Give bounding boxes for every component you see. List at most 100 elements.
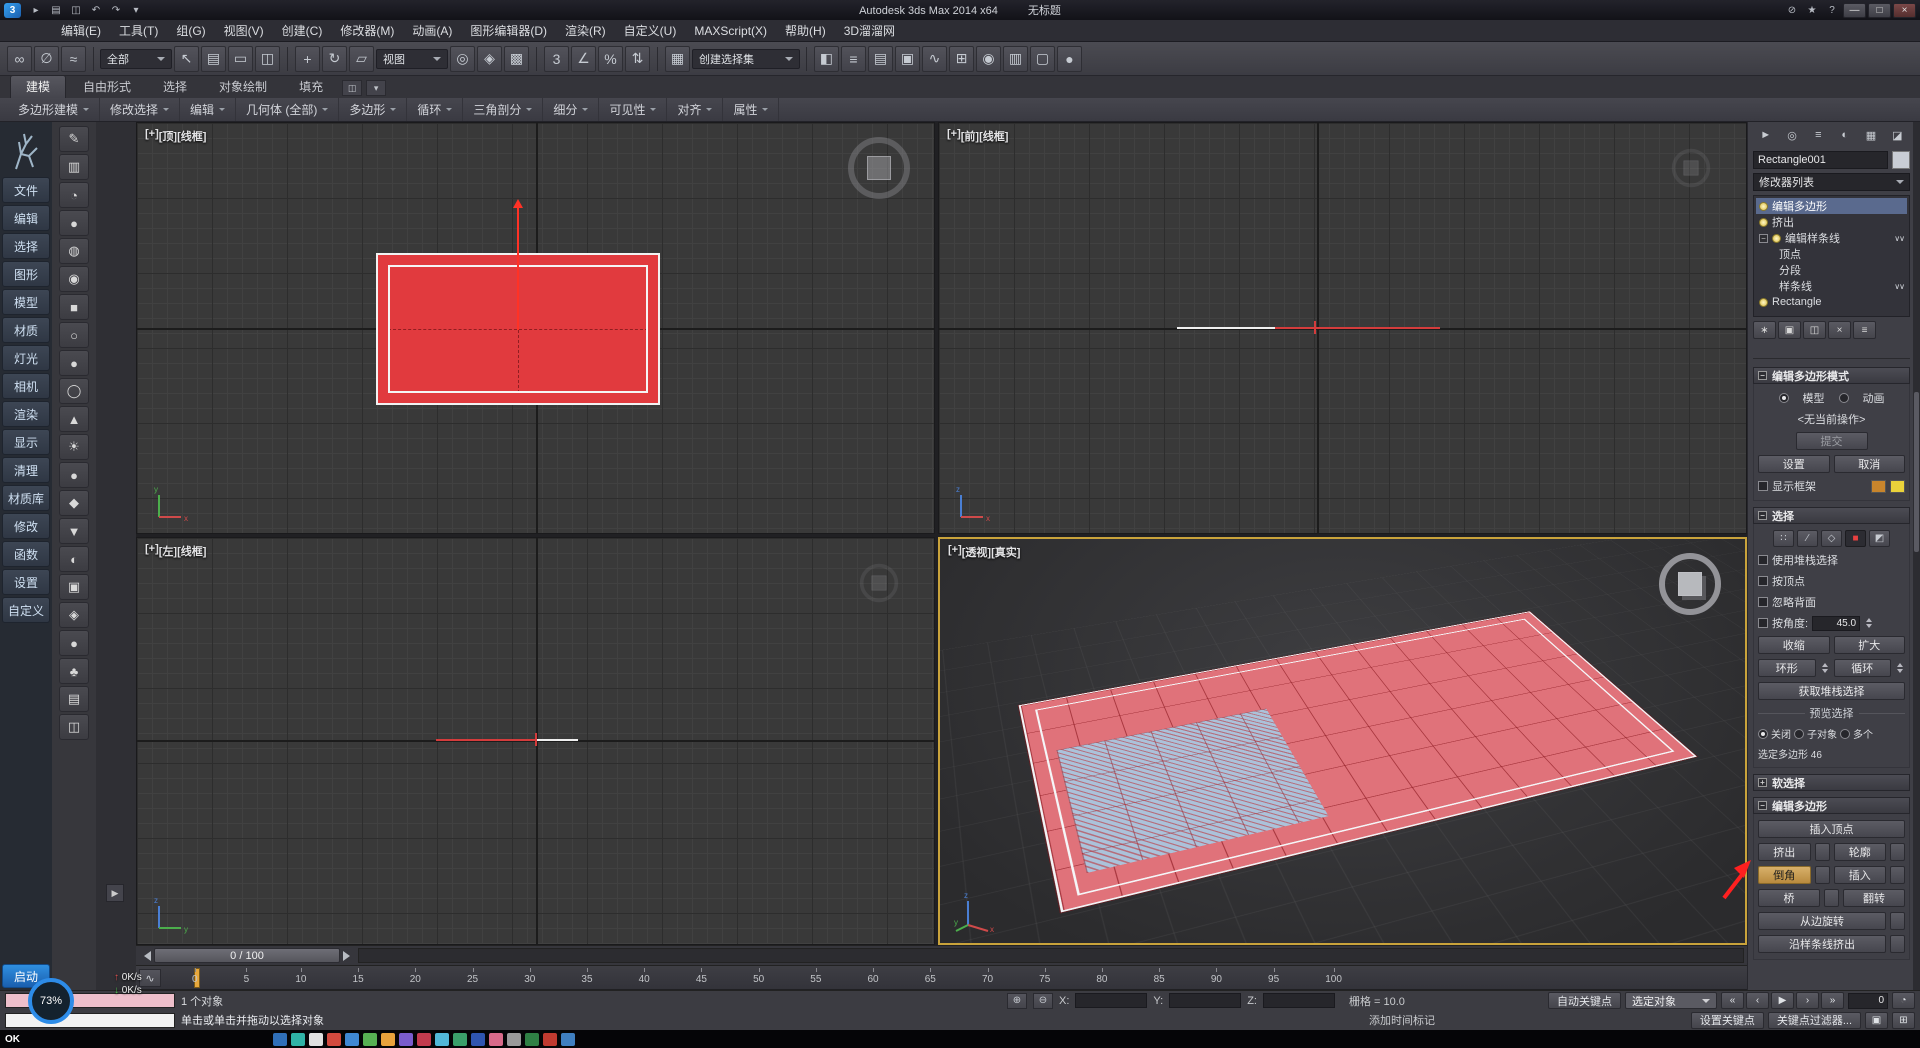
playback-button[interactable]: ‹ (1746, 992, 1769, 1009)
menu-item[interactable]: 修改器(M) (331, 20, 403, 41)
x-coordinate-field[interactable] (1075, 993, 1147, 1008)
select-tool-icon[interactable]: ▤ (201, 46, 226, 72)
flyout-arrow-button[interactable]: ▶ (106, 884, 124, 902)
select-tool-icon[interactable]: ↖ (174, 46, 199, 72)
plugin-nav-item[interactable]: 显示 (2, 429, 50, 455)
menu-item[interactable]: 图形编辑器(D) (461, 20, 556, 41)
viewport-view-button[interactable]: [前] (961, 128, 979, 144)
by-angle-checkbox[interactable] (1758, 618, 1768, 628)
viewport-menu-button[interactable]: [+] (948, 544, 962, 560)
commit-button[interactable]: 提交 (1796, 432, 1868, 450)
angle-spinner[interactable] (1864, 615, 1874, 631)
by-vertex-checkbox[interactable] (1758, 576, 1768, 586)
ribbon-panel-button[interactable]: 可见性 (599, 98, 667, 121)
snap-toggle-icon[interactable]: ∠ (571, 46, 596, 72)
toolbar-tool-icon[interactable]: ⊞ (949, 46, 974, 72)
use-stack-selection-checkbox[interactable] (1758, 555, 1768, 565)
plugin-tool-icon[interactable]: ◫ (59, 714, 89, 740)
modifier-bulb-icon[interactable] (1772, 234, 1781, 243)
minimize-button[interactable]: — (1843, 3, 1866, 18)
stack-row-edit-poly[interactable]: 编辑多边形 (1756, 198, 1907, 214)
plugin-nav-item[interactable]: 渲染 (2, 401, 50, 427)
ribbon-panel-button[interactable]: 循环 (407, 98, 463, 121)
selection-filter-dropdown[interactable]: 全部 (100, 49, 172, 69)
snap-toggle-icon[interactable]: 3 (544, 46, 569, 72)
command-panel-tab-icon[interactable]: ◐ (1832, 125, 1857, 145)
scrollbar-thumb[interactable] (1914, 392, 1919, 552)
stack-row-rectangle[interactable]: Rectangle (1756, 294, 1907, 310)
time-grid-icon[interactable]: ⊞ (1892, 1012, 1915, 1029)
ring-spinner[interactable] (1820, 660, 1830, 676)
vertex-subobject-icon[interactable]: ∷ (1773, 530, 1794, 547)
extrude-along-spline-button[interactable]: 沿样条线挤出 (1758, 935, 1886, 953)
plugin-nav-item[interactable]: 选择 (2, 233, 50, 259)
select-tool-icon[interactable]: ▭ (228, 46, 253, 72)
modifier-bulb-icon[interactable] (1759, 298, 1768, 307)
quick-access-icon[interactable]: ▸ (27, 2, 45, 18)
menu-item[interactable]: MAXScript(X) (685, 20, 776, 41)
z-coordinate-field[interactable] (1263, 993, 1335, 1008)
modifier-bulb-icon[interactable] (1759, 218, 1768, 227)
plugin-tool-icon[interactable]: ◆ (59, 490, 89, 516)
pivot-tool-icon[interactable]: ▩ (504, 46, 529, 72)
taskbar-app-icon[interactable] (471, 1033, 485, 1046)
plugin-tool-icon[interactable]: ● (59, 210, 89, 236)
snap-toggle-icon[interactable]: % (598, 46, 623, 72)
selected-filter-dropdown[interactable]: 选定对象 (1625, 992, 1717, 1009)
auto-key-button[interactable]: 自动关键点 (1548, 992, 1621, 1009)
inset-button[interactable]: 插入 (1834, 866, 1887, 884)
quick-access-icon[interactable]: ▾ (127, 2, 145, 18)
settings-button[interactable]: 设置 (1758, 455, 1830, 473)
stack-tool-icon[interactable]: × (1828, 321, 1851, 339)
flip-button[interactable]: 翻转 (1843, 889, 1905, 907)
toolbar-tool-icon[interactable]: ▢ (1030, 46, 1055, 72)
collapse-icon[interactable] (1758, 511, 1767, 520)
menu-item[interactable]: 自定义(U) (615, 20, 686, 41)
border-subobject-icon[interactable]: ◇ (1821, 530, 1842, 547)
current-frame-field[interactable]: 0 (1848, 993, 1888, 1009)
preview-subobj-radio[interactable] (1794, 729, 1804, 739)
menu-item[interactable]: 工具(T) (110, 20, 167, 41)
max-logo-icon[interactable]: 3 (4, 3, 21, 18)
viewport-shading-button[interactable]: [线框] (177, 543, 206, 559)
add-time-tag-label[interactable]: 添加时间标记 (1369, 1012, 1435, 1028)
ring-button[interactable]: 环形 (1758, 659, 1816, 677)
ribbon-panel-button[interactable]: 多边形建模 (8, 98, 100, 121)
toolbar-tool-icon[interactable]: ◧ (814, 46, 839, 72)
snap-toggle-icon[interactable]: ⇅ (625, 46, 650, 72)
hinge-settings-icon[interactable] (1890, 912, 1905, 930)
infocenter-icon[interactable]: ⊘ (1783, 2, 1801, 18)
hinge-from-edge-button[interactable]: 从边旋转 (1758, 912, 1886, 930)
viewcube[interactable] (1672, 149, 1710, 187)
viewcube[interactable] (1659, 553, 1721, 615)
stack-row-vertex[interactable]: 顶点 (1756, 246, 1907, 262)
cancel-button[interactable]: 取消 (1834, 455, 1906, 473)
viewport-menu-button[interactable]: [+] (145, 543, 159, 559)
transform-tool-icon[interactable]: ▱ (349, 46, 374, 72)
ignore-backfacing-checkbox[interactable] (1758, 597, 1768, 607)
pivot-tool-icon[interactable]: ◎ (450, 46, 475, 72)
plugin-tool-icon[interactable]: ◍ (59, 238, 89, 264)
named-selection-sets-dropdown[interactable]: 创建选择集 (692, 49, 800, 69)
ribbon-mini-icon[interactable]: ▾ (366, 80, 386, 96)
polygon-subobject-icon[interactable]: ■ (1845, 530, 1866, 547)
playback-button[interactable]: › (1796, 992, 1819, 1009)
toolbar-tool-icon[interactable]: ▥ (1003, 46, 1028, 72)
stack-tool-icon[interactable]: ≡ (1853, 321, 1876, 339)
plugin-nav-item[interactable]: 文件 (2, 177, 50, 203)
ribbon-tab-populate[interactable]: 填充 (284, 76, 338, 98)
menu-item[interactable]: 创建(C) (273, 20, 332, 41)
viewport-menu-button[interactable]: [+] (947, 128, 961, 144)
stack-row-segment[interactable]: 分段 (1756, 262, 1907, 278)
menu-item[interactable]: 视图(V) (215, 20, 273, 41)
collapse-icon[interactable] (1758, 371, 1767, 380)
next-frame-arrow[interactable] (343, 951, 355, 961)
menu-item[interactable]: 3D溜溜网 (835, 20, 904, 41)
plugin-nav-item[interactable]: 材质 (2, 317, 50, 343)
plugin-tool-icon[interactable]: ● (59, 350, 89, 376)
preview-off-radio[interactable] (1758, 729, 1768, 739)
playback-button[interactable]: » (1821, 992, 1844, 1009)
link-tool-icon[interactable]: ∅ (34, 46, 59, 72)
bridge-button[interactable]: 桥 (1758, 889, 1820, 907)
plugin-nav-item[interactable]: 相机 (2, 373, 50, 399)
